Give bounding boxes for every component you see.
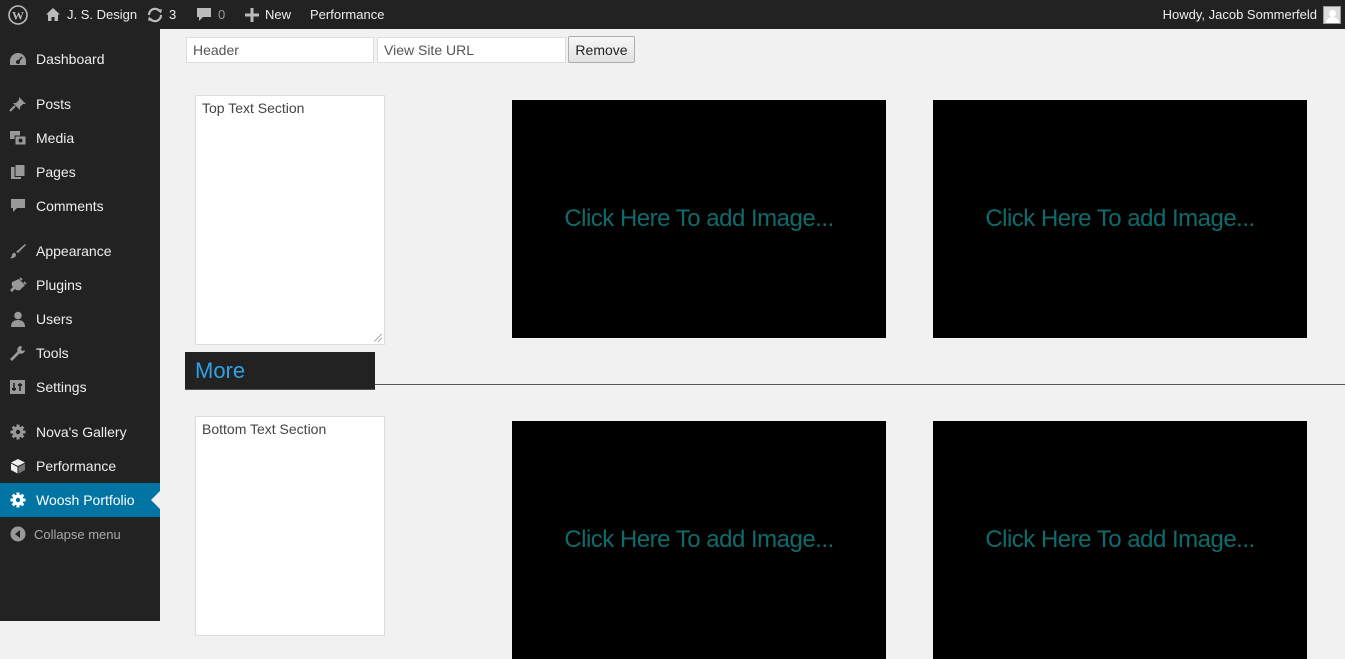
- new-label: New: [265, 7, 292, 22]
- sidebar-item-performance[interactable]: Performance: [0, 449, 160, 483]
- sidebar-item-label: Woosh Portfolio: [36, 492, 135, 508]
- new-content-link[interactable]: New: [245, 0, 291, 29]
- svg-text:W: W: [12, 8, 24, 22]
- sidebar-item-label: Tools: [36, 345, 69, 361]
- admin-bar: W J. S. Design 3 0 New Performance Howdy…: [0, 0, 1345, 29]
- bottom-text-section-textarea[interactable]: Bottom Text Section: [195, 416, 385, 636]
- gear-icon: [10, 424, 26, 440]
- sidebar-item-label: Nova's Gallery: [36, 424, 127, 440]
- sidebar-item-label: Dashboard: [36, 51, 105, 67]
- sidebar-item-label: Performance: [36, 458, 117, 474]
- bottom-text-section-value: Bottom Text Section: [202, 421, 327, 437]
- performance-link[interactable]: Performance: [310, 0, 384, 29]
- sidebar-item-label: Settings: [36, 379, 87, 395]
- sidebar-item-pages[interactable]: Pages: [0, 155, 160, 189]
- sidebar-item-novas-gallery[interactable]: Nova's Gallery: [0, 415, 160, 449]
- updates-count: 3: [169, 7, 177, 22]
- my-account-link[interactable]: Howdy, Jacob Sommerfeld: [1163, 0, 1341, 29]
- gear-icon: [10, 492, 26, 508]
- view-site-url-input[interactable]: [377, 37, 566, 63]
- header-input[interactable]: [186, 37, 374, 63]
- sidebar-item-label: Media: [36, 130, 75, 146]
- brush-icon: [10, 244, 26, 259]
- settings-icon: [10, 380, 25, 394]
- resize-grip-icon[interactable]: [374, 334, 382, 342]
- sidebar-item-dashboard[interactable]: Dashboard: [0, 42, 160, 76]
- image-slot-bottom-right[interactable]: Click Here To add Image...: [933, 421, 1307, 659]
- site-name-link[interactable]: J. S. Design: [45, 0, 137, 29]
- pin-icon: [9, 97, 26, 112]
- collapse-arrow-icon: [10, 526, 26, 542]
- plus-icon: [245, 7, 259, 22]
- sidebar-item-woosh-portfolio[interactable]: Woosh Portfolio: [0, 483, 160, 517]
- main-content: Remove Top Text Section Click Here To ad…: [160, 29, 1345, 659]
- refresh-icon: [147, 7, 163, 22]
- sidebar-item-label: Posts: [36, 96, 72, 112]
- more-heading: More: [185, 352, 375, 390]
- sidebar-item-label: Pages: [36, 164, 76, 180]
- image-placeholder-text: Click Here To add Image...: [985, 526, 1255, 553]
- avatar: [1323, 5, 1341, 24]
- updates-link[interactable]: 3: [146, 0, 176, 29]
- sidebar-item-plugins[interactable]: Plugins: [0, 268, 160, 302]
- sidebar-item-appearance[interactable]: Appearance: [0, 234, 160, 268]
- cube-icon: [11, 459, 25, 474]
- top-text-section-textarea[interactable]: Top Text Section: [195, 95, 385, 345]
- comments-count: 0: [218, 7, 226, 22]
- sidebar-item-media[interactable]: Media: [0, 121, 160, 155]
- wordpress-logo-icon[interactable]: W: [8, 0, 28, 29]
- sidebar-item-posts[interactable]: Posts: [0, 87, 160, 121]
- image-slot-top-right[interactable]: Click Here To add Image...: [933, 100, 1307, 338]
- comment-icon: [197, 8, 211, 21]
- image-placeholder-text: Click Here To add Image...: [564, 205, 834, 232]
- performance-label: Performance: [310, 7, 385, 22]
- collapse-menu-label: Collapse menu: [34, 526, 121, 542]
- home-icon: [46, 8, 60, 21]
- greeting-text: Howdy, Jacob Sommerfeld: [1162, 7, 1317, 22]
- sidebar-item-users[interactable]: Users: [0, 302, 160, 336]
- media-icon: [10, 131, 27, 146]
- sidebar-item-tools[interactable]: Tools: [0, 336, 160, 370]
- image-slot-bottom-left[interactable]: Click Here To add Image...: [512, 421, 886, 659]
- section-divider: [375, 384, 1345, 385]
- remove-button[interactable]: Remove: [568, 36, 635, 63]
- sidebar-item-label: Appearance: [36, 243, 112, 259]
- image-placeholder-text: Click Here To add Image...: [985, 205, 1255, 232]
- dashboard-icon: [10, 53, 26, 65]
- sidebar-item-label: Users: [36, 311, 73, 327]
- sidebar-item-label: Comments: [36, 198, 104, 214]
- user-icon: [11, 311, 25, 327]
- top-text-section-value: Top Text Section: [202, 100, 305, 116]
- admin-sidebar: Dashboard Posts Media Pages Comments App…: [0, 29, 160, 621]
- wrench-icon: [10, 346, 25, 361]
- comment-icon: [11, 199, 25, 212]
- sidebar-item-settings[interactable]: Settings: [0, 370, 160, 404]
- site-name: J. S. Design: [67, 7, 138, 22]
- pages-icon: [11, 164, 26, 179]
- sidebar-item-comments[interactable]: Comments: [0, 189, 160, 223]
- image-placeholder-text: Click Here To add Image...: [564, 526, 834, 553]
- plug-icon: [10, 277, 27, 292]
- comments-link[interactable]: 0: [196, 0, 225, 29]
- image-slot-top-left[interactable]: Click Here To add Image...: [512, 100, 886, 338]
- collapse-menu-button[interactable]: Collapse menu: [0, 517, 160, 551]
- sidebar-item-label: Plugins: [36, 277, 82, 293]
